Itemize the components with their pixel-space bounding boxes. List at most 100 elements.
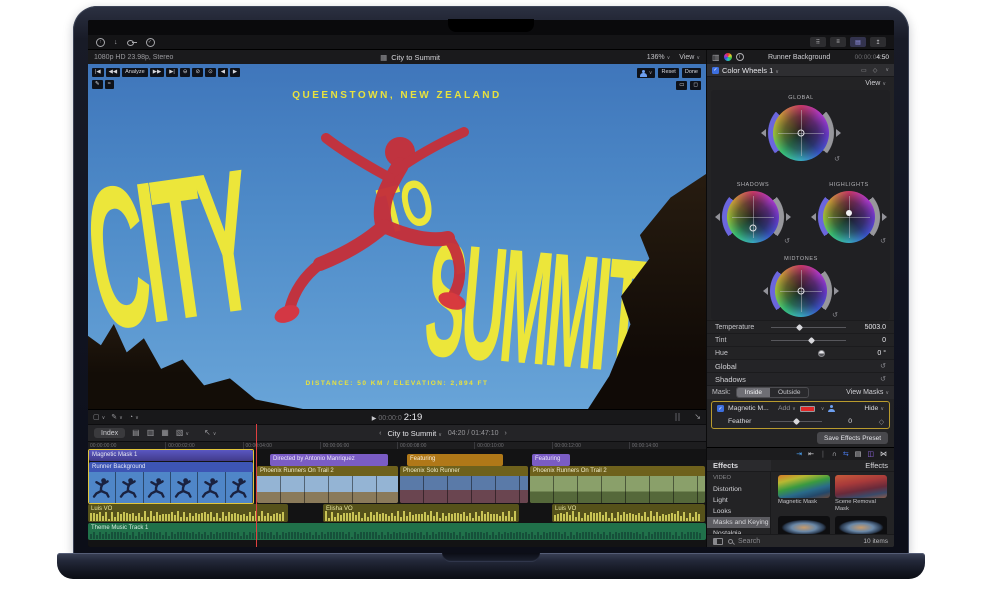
draw-tool-dropdown[interactable]: ✎∨ [111, 414, 123, 421]
trim-tool-icon[interactable]: ⇥ [796, 450, 802, 458]
rewind-button[interactable]: ◀◀ [106, 68, 120, 77]
go-start-button[interactable]: |◀ [92, 68, 104, 77]
sidebar-toggle-icon[interactable] [713, 538, 723, 545]
share-button[interactable]: ↥ [870, 37, 886, 47]
video-inspector-icon[interactable]: ▥ [712, 53, 720, 62]
view-masks-dropdown[interactable]: View Masks∨ [846, 389, 889, 396]
effect-item-3[interactable] [778, 516, 830, 534]
resize-handle-icon[interactable]: ↘ [694, 413, 701, 421]
timeline-ruler[interactable]: 00:00:00:0000:00:02:0000:00:04:0000:00:0… [88, 441, 706, 449]
prev-frame-button[interactable]: ◀ [218, 68, 228, 77]
timeline-clip-luis-vo-1[interactable]: Luis VO [88, 504, 288, 522]
keyframe-icon[interactable]: ◇ [873, 67, 878, 74]
shadows-section-row[interactable]: Shadows↺ [707, 372, 894, 385]
timeline-clip-theme-music[interactable]: Theme Music Track 1 [88, 523, 706, 540]
clip-appearance-icon-1[interactable]: ▤ [132, 429, 140, 437]
color-wheel-highlights[interactable]: ↺ [823, 191, 875, 243]
timeline-clip-title-directed[interactable]: Directed by Antonio Manriquez [270, 454, 388, 466]
marquee-tool-icon[interactable]: ▭ [676, 81, 687, 90]
color-wheel-global[interactable]: ↺ [773, 105, 829, 161]
index-button[interactable]: Index [94, 428, 125, 438]
timeline-clip-phoenix-runners-2[interactable]: Phoenix Runners On Trail 2 [530, 466, 705, 503]
filmstrip-icon[interactable]: ▤ [855, 450, 862, 458]
reset-icon[interactable]: ↺ [880, 362, 886, 370]
clip-appearance-dropdown[interactable]: ▧∨ [176, 429, 189, 437]
timeline-clip-phoenix-runners-1[interactable]: Phoenix Runners On Trail 2 [257, 466, 398, 503]
wheel-view-dropdown[interactable]: View∨ [865, 80, 886, 87]
global-section-row[interactable]: Global↺ [707, 359, 894, 372]
temperature-slider[interactable] [771, 324, 846, 331]
remove-circle-icon[interactable]: ⊖ [180, 68, 191, 77]
effect-title-dropdown[interactable]: Color Wheels 1∨ [722, 66, 779, 75]
done-button[interactable]: Done [682, 68, 701, 78]
tool-select-dropdown[interactable]: ↖∨ [204, 429, 216, 437]
clip-appearance-icon-2[interactable]: ▥ [147, 429, 155, 437]
wheel-reset-icon[interactable]: ↺ [834, 155, 840, 163]
category-light[interactable]: Light [707, 495, 770, 506]
stroke-tool-icon[interactable]: ✎ [92, 80, 103, 89]
color-wheel-midtones[interactable]: ↺ [775, 265, 827, 317]
reset-button[interactable]: Reset [658, 68, 678, 78]
snapping-icon[interactable]: ⋈ [880, 450, 887, 458]
media-status-icon[interactable]: ↑ [96, 38, 105, 47]
shape-tool-icon[interactable]: ◻ [690, 81, 701, 90]
list-view-button[interactable]: ≡ [830, 37, 846, 47]
mask-add-dropdown[interactable]: Add∨ [778, 405, 796, 412]
feather-slider[interactable] [770, 418, 822, 425]
tint-slider[interactable] [771, 337, 846, 344]
color-inspector-icon[interactable] [724, 53, 732, 61]
subject-picker-button[interactable]: ∨ [637, 68, 656, 78]
timeline-clip-title-featuring-2[interactable]: Featuring [532, 454, 570, 466]
next-frame-button[interactable]: ▶ [230, 68, 240, 77]
effect-magnetic-mask[interactable]: Magnetic Mask [778, 475, 830, 515]
color-wheel-shadows[interactable]: ↺ [727, 191, 779, 243]
analyze-button[interactable]: Analyze [122, 68, 148, 77]
info-inspector-icon[interactable]: i [736, 53, 744, 61]
mask-inside-button[interactable]: Inside [737, 388, 770, 397]
effect-enable-checkbox[interactable]: ✓ [712, 67, 719, 74]
timeline-clip-title-featuring-1[interactable]: Featuring [407, 454, 503, 466]
save-effects-preset-button[interactable]: Save Effects Preset [817, 432, 888, 444]
audio-meters-icon[interactable] [675, 413, 681, 421]
background-tasks-icon[interactable]: ✓ [146, 38, 155, 47]
forward-button[interactable]: ▶▶ [150, 68, 164, 77]
solo-icon[interactable]: ∩ [832, 451, 837, 458]
keyframe-icon[interactable]: ◇ [879, 418, 884, 426]
crop-tool-dropdown[interactable]: ▢∨ [93, 414, 105, 421]
collapse-chevron-icon[interactable]: ∨ [885, 67, 889, 73]
target-icon[interactable]: ⊙ [205, 68, 216, 77]
import-icon[interactable]: ↓ [114, 39, 118, 46]
align-tool-icon[interactable]: ⇤ [808, 450, 814, 458]
mask-hide-dropdown[interactable]: Hide∨ [864, 405, 884, 412]
overlay-icon[interactable]: ◫ [867, 450, 874, 458]
mask-enable-checkbox[interactable]: ✓ [717, 405, 724, 412]
effect-item-4[interactable] [835, 516, 887, 534]
wheel-reset-icon[interactable]: ↺ [832, 311, 838, 319]
retime-dropdown[interactable]: ◔∨ [129, 414, 139, 421]
mask-name[interactable]: Magnetic M... [728, 405, 774, 412]
category-video[interactable]: VIDEO [707, 473, 770, 484]
next-project-arrow[interactable]: › [505, 430, 507, 437]
preset-icon[interactable]: ▭ [861, 67, 867, 74]
view-dropdown[interactable]: View∨ [679, 54, 700, 61]
go-end-button[interactable]: ▶| [166, 68, 178, 77]
search-input[interactable]: Search [738, 538, 858, 545]
category-distortion[interactable]: Distortion [707, 484, 770, 495]
subject-icon[interactable] [828, 405, 835, 412]
category-looks[interactable]: Looks [707, 506, 770, 517]
prev-project-arrow[interactable]: ‹ [379, 430, 381, 437]
category-masks-and-keying[interactable]: Masks and Keying [707, 517, 770, 528]
timeline-clip-luis-vo-2[interactable]: Luis VO [552, 504, 705, 522]
wheel-reset-icon[interactable]: ↺ [880, 237, 886, 245]
effect-scene-removal-mask[interactable]: Scene Removal Mask [835, 475, 887, 515]
inspector-toggle-button[interactable]: ▤ [850, 37, 866, 47]
exclude-circle-icon[interactable]: ⊘ [192, 68, 203, 77]
scribble-tool-icon[interactable]: ≈ [105, 80, 114, 89]
play-icon[interactable]: ▶ [372, 415, 377, 422]
mask-outside-button[interactable]: Outside [770, 388, 808, 397]
timeline-project-dropdown[interactable]: City to Summit∨ [387, 429, 441, 438]
mask-color-swatch[interactable] [800, 406, 815, 412]
clip-appearance-icon-3[interactable]: ▦ [161, 429, 169, 437]
hue-knob[interactable] [771, 350, 846, 357]
reset-icon[interactable]: ↺ [880, 375, 886, 383]
